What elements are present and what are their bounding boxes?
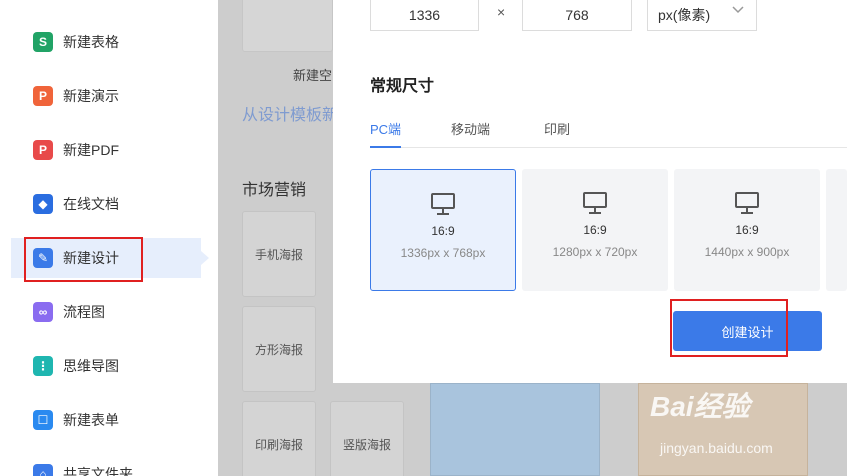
template-link[interactable]: 从设计模板新 xyxy=(242,101,338,125)
sidebar-item-label: 思维导图 xyxy=(63,358,119,374)
size-dimensions: 1336px x 768px xyxy=(400,246,486,260)
sidebar-item-label: 流程图 xyxy=(63,304,105,320)
tab-print[interactable]: 印刷 xyxy=(544,119,570,138)
sidebar-item-online-doc[interactable]: ◆ 在线文档 xyxy=(0,184,218,224)
sidebar-item-new-pdf[interactable]: P 新建PDF xyxy=(0,130,218,170)
sidebar-item-label: 新建表单 xyxy=(63,412,119,428)
poster-thumbnail[interactable] xyxy=(430,383,600,476)
sidebar-item-new-form[interactable]: ☐ 新建表单 xyxy=(0,400,218,440)
highlight-box xyxy=(24,237,143,282)
size-dimensions: 1440px x 900px xyxy=(704,245,790,259)
online-doc-icon: ◆ xyxy=(33,194,53,214)
active-tab-indicator xyxy=(370,146,401,148)
size-card-1336x768[interactable]: 16:9 1336px x 768px xyxy=(370,169,516,291)
shared-folder-icon: ⌂ xyxy=(33,464,53,476)
template-square-poster[interactable]: 方形海报 xyxy=(242,306,316,392)
template-phone-poster[interactable]: 手机海报 xyxy=(242,211,316,297)
sidebar-item-label: 在线文档 xyxy=(63,196,119,212)
tab-pc[interactable]: PC端 xyxy=(370,119,401,138)
sidebar-item-label: 共享文件夹 xyxy=(63,466,133,476)
unit-select[interactable]: px(像素) xyxy=(647,0,757,31)
size-card-1440x900[interactable]: 16:9 1440px x 900px xyxy=(674,169,820,291)
blank-design-card[interactable] xyxy=(242,0,333,52)
spreadsheet-icon: S xyxy=(33,32,53,52)
highlight-box xyxy=(670,299,788,357)
width-input[interactable]: 1336 xyxy=(370,0,479,31)
monitor-icon xyxy=(431,193,455,215)
tab-mobile[interactable]: 移动端 xyxy=(451,119,490,138)
sidebar-item-mindmap[interactable]: ⋮ 思维导图 xyxy=(0,346,218,386)
pdf-icon: P xyxy=(33,140,53,160)
size-ratio: 16:9 xyxy=(583,223,607,237)
mindmap-icon: ⋮ xyxy=(33,356,53,376)
size-ratio: 16:9 xyxy=(431,224,455,238)
chevron-down-icon xyxy=(732,6,744,14)
sidebar-item-label: 新建PDF xyxy=(63,142,119,158)
unit-select-value: px(像素) xyxy=(658,7,711,23)
presentation-icon: P xyxy=(33,86,53,106)
section-title: 常规尺寸 xyxy=(370,78,435,95)
size-card-partial[interactable] xyxy=(826,169,847,291)
sidebar-item-new-spreadsheet[interactable]: S 新建表格 xyxy=(0,22,218,62)
size-card-1280x720[interactable]: 16:9 1280px x 720px xyxy=(522,169,668,291)
watermark-url: jingyan.baidu.com xyxy=(660,440,773,456)
size-dimensions: 1280px x 720px xyxy=(552,245,638,259)
times-sign: × xyxy=(497,4,506,20)
flowchart-icon: ∞ xyxy=(33,302,53,322)
watermark-logo: Bai经验 xyxy=(650,391,750,422)
sidebar: S 新建表格 P 新建演示 P 新建PDF ◆ 在线文档 ✎ 新建设计 ∞ 流程… xyxy=(0,0,218,476)
size-tabs: PC端 移动端 印刷 xyxy=(370,116,847,148)
monitor-icon xyxy=(583,192,607,214)
form-icon: ☐ xyxy=(33,410,53,430)
sidebar-item-new-presentation[interactable]: P 新建演示 xyxy=(0,76,218,116)
new-design-dialog: 1336 × 768 px(像素) 常规尺寸 PC端 移动端 印刷 16:9 1… xyxy=(333,0,847,383)
template-vertical-poster[interactable]: 竖版海报 xyxy=(330,401,404,476)
template-print-poster[interactable]: 印刷海报 xyxy=(242,401,316,476)
size-ratio: 16:9 xyxy=(735,223,759,237)
category-title: 市场营销 xyxy=(242,182,307,199)
sidebar-item-flowchart[interactable]: ∞ 流程图 xyxy=(0,292,218,332)
height-input[interactable]: 768 xyxy=(522,0,632,31)
monitor-icon xyxy=(735,192,759,214)
sidebar-item-label: 新建表格 xyxy=(63,34,119,50)
sidebar-item-label: 新建演示 xyxy=(63,88,119,104)
sidebar-item-shared-folder[interactable]: ⌂ 共享文件夹 xyxy=(0,454,218,476)
